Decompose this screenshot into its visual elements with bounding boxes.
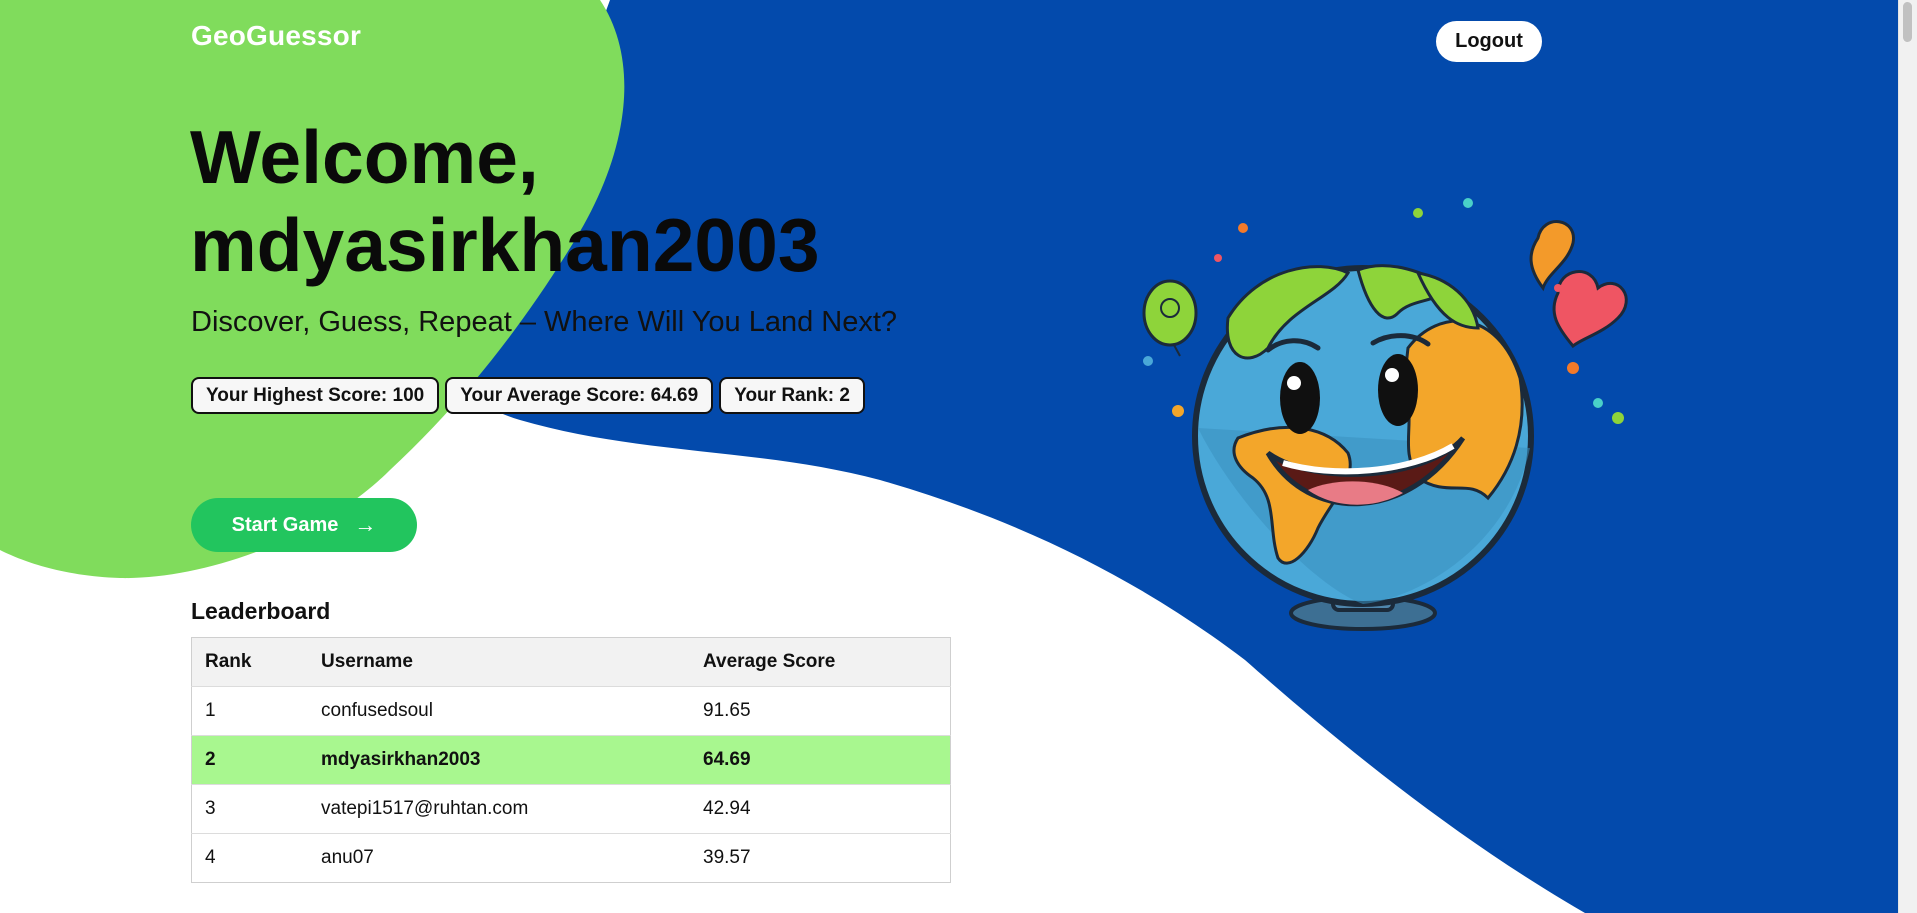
table-row: 1 confusedsoul 91.65 bbox=[191, 686, 951, 736]
leaderboard-title: Leaderboard bbox=[191, 598, 331, 624]
score-cell: 64.69 bbox=[690, 735, 951, 785]
vertical-scrollbar[interactable] bbox=[1898, 0, 1917, 913]
brand-logo-text[interactable]: GeoGuessor bbox=[191, 20, 361, 52]
start-game-label: Start Game bbox=[231, 513, 339, 536]
page: GeoGuessor Logout Welcome, mdyasirkhan20… bbox=[0, 0, 1917, 913]
rank-cell: 2 bbox=[191, 735, 308, 785]
arrow-right-icon: → bbox=[354, 512, 377, 537]
score-cell: 42.94 bbox=[690, 784, 951, 834]
score-cell: 91.65 bbox=[690, 686, 951, 736]
smiling-globe-icon bbox=[1118, 178, 1638, 648]
table-row-current-user: 2 mdyasirkhan2003 64.69 bbox=[191, 735, 951, 785]
leaderboard-table: Rank Username Average Score 1 confusedso… bbox=[191, 637, 951, 883]
score-cell: 39.57 bbox=[703, 847, 751, 868]
table-row: 4 anu07 39.57 bbox=[192, 834, 951, 883]
leaderboard-header-row: Rank Username Average Score bbox=[191, 637, 951, 687]
column-header-username: Username bbox=[308, 637, 690, 687]
username-cell: confusedsoul bbox=[308, 686, 690, 736]
rank-cell: 3 bbox=[191, 784, 308, 834]
highest-score-badge: Your Highest Score: 100 bbox=[191, 377, 440, 414]
average-score-badge: Your Average Score: 64.69 bbox=[445, 377, 714, 414]
username-cell: mdyasirkhan2003 bbox=[308, 735, 690, 785]
logout-button[interactable]: Logout bbox=[1436, 21, 1542, 62]
stats-row: Your Highest Score: 100 Your Average Sco… bbox=[191, 377, 865, 414]
tagline: Discover, Guess, Repeat – Where Will You… bbox=[191, 306, 898, 338]
rank-cell: 1 bbox=[191, 686, 308, 736]
start-game-button[interactable]: Start Game → bbox=[191, 498, 417, 552]
column-header-rank: Rank bbox=[191, 637, 308, 687]
column-header-average-score: Average Score bbox=[690, 637, 951, 687]
scrollbar-thumb[interactable] bbox=[1903, 2, 1912, 42]
rank-cell: 4 bbox=[205, 847, 216, 868]
green-blob-background bbox=[0, 0, 625, 579]
username-cell: vatepi1517@ruhtan.com bbox=[308, 784, 690, 834]
username-cell: anu07 bbox=[321, 847, 374, 868]
welcome-heading: Welcome, mdyasirkhan2003 bbox=[190, 115, 820, 287]
table-row: 3 vatepi1517@ruhtan.com 42.94 bbox=[191, 784, 951, 834]
rank-badge: Your Rank: 2 bbox=[719, 377, 865, 414]
